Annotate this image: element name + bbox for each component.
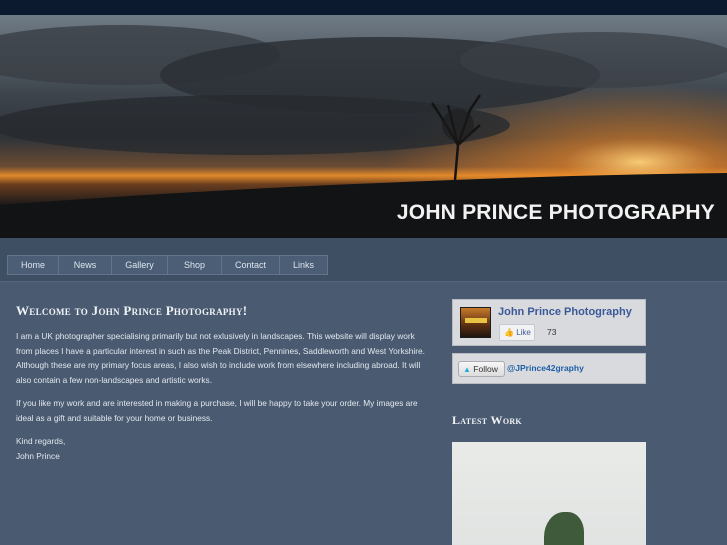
thumbs-up-icon: 👍: [504, 328, 514, 337]
facebook-like-button[interactable]: 👍 Like: [499, 324, 535, 341]
nav-home[interactable]: Home: [7, 255, 59, 275]
like-count: 73: [547, 327, 557, 337]
intro-paragraph: I am a UK photographer specialising prim…: [16, 331, 425, 385]
latest-work-tree: [544, 512, 584, 545]
nav-news[interactable]: News: [59, 255, 112, 275]
nav-gallery[interactable]: Gallery: [112, 255, 168, 275]
welcome-heading: Welcome to John Prince Photography!: [16, 303, 248, 318]
closing-regards: Kind regards,: [16, 436, 66, 446]
nav-links[interactable]: Links: [280, 255, 328, 275]
sidebar: John Prince Photography 👍 Like 73 ▲ Foll…: [452, 299, 646, 545]
main-content: Welcome to John Prince Photography! I am…: [16, 303, 426, 472]
nav-strip: Home News Gallery Shop Contact Links: [0, 238, 727, 282]
twitter-follow-button[interactable]: ▲ Follow: [458, 361, 505, 377]
twitter-bird-icon: ▲: [463, 365, 471, 374]
latest-work-image[interactable]: [452, 442, 646, 545]
closing-signature: John Prince: [16, 450, 60, 461]
facebook-page-name[interactable]: John Prince Photography: [498, 306, 632, 318]
facebook-widget: John Prince Photography 👍 Like 73: [452, 299, 646, 346]
follow-label: Follow: [473, 364, 498, 374]
header-banner: JOHN PRINCE PHOTOGRAPHY: [0, 15, 727, 238]
twitter-widget: ▲ Follow @JPrince42graphy: [452, 353, 646, 384]
main-nav: Home News Gallery Shop Contact Links: [7, 255, 328, 275]
nav-shop[interactable]: Shop: [168, 255, 222, 275]
nav-contact[interactable]: Contact: [222, 255, 280, 275]
like-label: Like: [516, 328, 531, 337]
facebook-page-thumbnail[interactable]: [460, 307, 491, 338]
twitter-handle-link[interactable]: @JPrince42graphy: [507, 363, 584, 373]
site-title: JOHN PRINCE PHOTOGRAPHY: [396, 201, 715, 224]
top-bar: [0, 0, 727, 15]
latest-work-heading: Latest Work: [452, 413, 522, 427]
purchase-paragraph: If you like my work and are interested i…: [16, 398, 418, 423]
